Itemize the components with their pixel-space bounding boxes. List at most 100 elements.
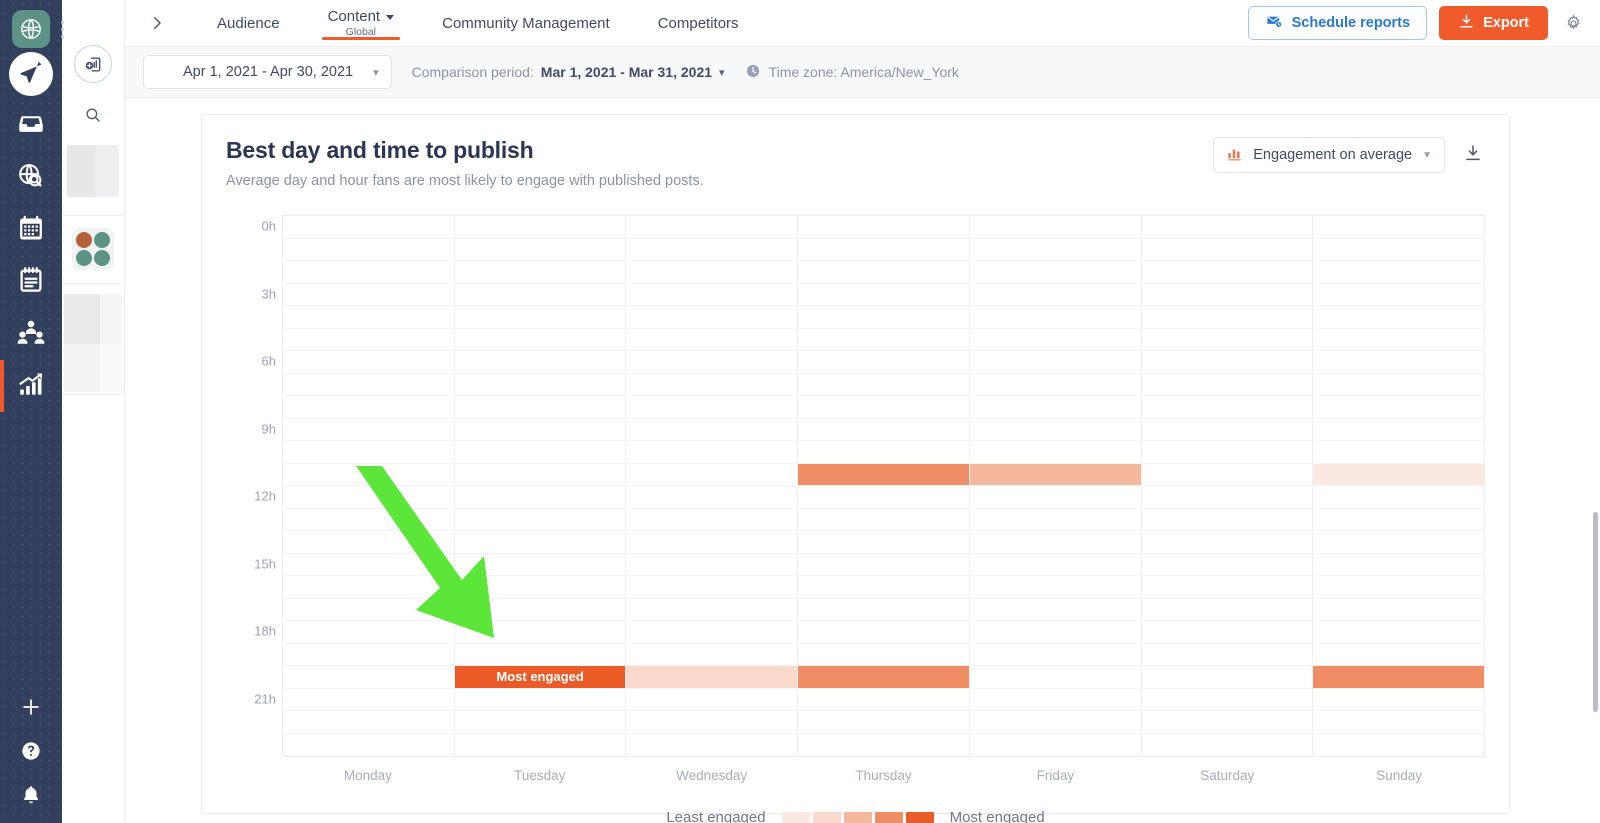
sidebar-item-analytics[interactable] xyxy=(0,360,62,412)
heatmap-cell[interactable] xyxy=(626,463,799,485)
heatmap-cell[interactable] xyxy=(455,621,627,643)
heatmap-cell[interactable] xyxy=(798,531,970,553)
heatmap-cell[interactable] xyxy=(1313,644,1484,666)
heatmap-cell[interactable] xyxy=(798,418,970,440)
heatmap-cell[interactable] xyxy=(626,553,799,575)
heatmap-cell[interactable] xyxy=(626,283,799,305)
heatmap-cell[interactable] xyxy=(283,283,455,305)
heatmap-cell[interactable] xyxy=(798,216,970,238)
heatmap-cell[interactable] xyxy=(970,238,1142,260)
heatmap-cell[interactable] xyxy=(283,486,455,508)
heatmap-cell[interactable] xyxy=(626,238,799,260)
heatmap-cell[interactable] xyxy=(455,553,627,575)
heatmap-cell[interactable] xyxy=(626,688,799,710)
heatmap-cell[interactable] xyxy=(455,306,627,328)
heatmap-cell[interactable] xyxy=(626,306,799,328)
heatmap-cell[interactable] xyxy=(969,463,1142,485)
heatmap-cell[interactable] xyxy=(626,733,799,756)
heatmap-cell[interactable] xyxy=(798,351,970,373)
heatmap-cell[interactable] xyxy=(1142,283,1314,305)
heatmap-cell[interactable] xyxy=(1313,486,1484,508)
heatmap-cell[interactable] xyxy=(283,508,455,530)
heatmap-cell[interactable] xyxy=(1313,599,1484,621)
heatmap-cell[interactable] xyxy=(455,216,627,238)
heatmap-cell[interactable] xyxy=(970,216,1142,238)
heatmap-cell[interactable] xyxy=(970,733,1142,756)
vertical-scrollbar[interactable] xyxy=(1593,512,1598,712)
heatmap-cell[interactable] xyxy=(283,688,455,710)
comparison-period[interactable]: Comparison period: Mar 1, 2021 - Mar 31,… xyxy=(412,64,725,80)
sidebar-item-listening[interactable] xyxy=(0,152,62,204)
heatmap-cell[interactable] xyxy=(1313,689,1484,711)
heatmap-cell[interactable] xyxy=(1313,734,1484,757)
heatmap-cell[interactable] xyxy=(798,261,970,283)
heatmap-cell[interactable] xyxy=(1313,531,1484,553)
heatmap-cell[interactable] xyxy=(1142,733,1314,756)
heatmap-cell[interactable] xyxy=(626,643,799,665)
sidebar-item-publish[interactable] xyxy=(0,48,62,100)
heatmap-cell[interactable] xyxy=(283,418,455,440)
heatmap-cell[interactable] xyxy=(283,373,455,395)
heatmap-cell[interactable] xyxy=(798,396,970,418)
heatmap-cell[interactable] xyxy=(626,373,799,395)
heatmap-cell[interactable] xyxy=(798,238,970,260)
heatmap-cell[interactable] xyxy=(455,531,627,553)
heatmap-cell[interactable] xyxy=(798,711,970,733)
heatmap-cell[interactable] xyxy=(798,328,970,350)
heatmap-cell[interactable] xyxy=(1142,711,1314,733)
heatmap-cell[interactable] xyxy=(283,531,455,553)
heatmap-cell[interactable] xyxy=(283,441,455,463)
metric-select[interactable]: Engagement on average ▼ xyxy=(1213,137,1445,173)
heatmap-cell[interactable] xyxy=(1313,329,1484,351)
heatmap-cell[interactable] xyxy=(283,643,455,665)
heatmap-cell[interactable] xyxy=(455,508,627,530)
heatmap-cell[interactable] xyxy=(455,643,627,665)
date-range-picker[interactable]: Apr 1, 2021 - Apr 30, 2021 ▾ xyxy=(143,55,392,89)
heatmap-cell[interactable] xyxy=(626,261,799,283)
sidebar-item-inbox[interactable] xyxy=(0,100,62,152)
heatmap-cell[interactable] xyxy=(1313,554,1484,576)
heatmap-cell[interactable] xyxy=(283,711,455,733)
heatmap-cell[interactable] xyxy=(970,576,1142,598)
heatmap-cell[interactable] xyxy=(970,508,1142,530)
heatmap-cell[interactable] xyxy=(798,441,970,463)
heatmap-cell[interactable] xyxy=(1313,621,1484,643)
heatmap-cell[interactable] xyxy=(798,508,970,530)
tab-community-management[interactable]: Community Management xyxy=(418,0,634,46)
heatmap-cell[interactable] xyxy=(798,463,970,485)
heatmap-cell[interactable] xyxy=(626,711,799,733)
heatmap-cell[interactable] xyxy=(970,396,1142,418)
heatmap-cell[interactable] xyxy=(798,283,970,305)
heatmap-cell[interactable] xyxy=(1142,486,1314,508)
heatmap-cell[interactable] xyxy=(1142,238,1314,260)
heatmap-cell[interactable] xyxy=(970,486,1142,508)
heatmap-cell[interactable] xyxy=(455,576,627,598)
heatmap-cell[interactable] xyxy=(970,441,1142,463)
heatmap-cell[interactable] xyxy=(1313,396,1484,418)
heatmap-cell[interactable] xyxy=(798,486,970,508)
heatmap-cell[interactable] xyxy=(1313,261,1484,283)
heatmap-cell[interactable] xyxy=(970,643,1142,665)
heatmap-cell[interactable] xyxy=(1142,553,1314,575)
heatmap-cell[interactable] xyxy=(970,598,1142,620)
heatmap-cell[interactable] xyxy=(970,666,1142,688)
heatmap-cell[interactable] xyxy=(283,666,455,688)
heatmap-cell[interactable] xyxy=(970,373,1142,395)
heatmap-cell[interactable] xyxy=(798,373,970,395)
heatmap-cell[interactable] xyxy=(1142,441,1314,463)
heatmap-cell[interactable] xyxy=(283,463,455,485)
heatmap-cell[interactable] xyxy=(1313,284,1484,306)
heatmap-cell[interactable] xyxy=(798,733,970,756)
tab-content[interactable]: Content Global xyxy=(304,0,419,46)
heatmap-cell[interactable] xyxy=(283,598,455,620)
heatmap-cell[interactable] xyxy=(1313,509,1484,531)
sidebar-item-create[interactable] xyxy=(0,687,62,731)
chevron-right-icon[interactable] xyxy=(139,5,175,41)
sidebar-item-notes[interactable] xyxy=(0,256,62,308)
gear-icon[interactable] xyxy=(1560,10,1586,36)
schedule-reports-button[interactable]: Schedule reports xyxy=(1247,6,1428,40)
heatmap-cell[interactable] xyxy=(455,351,627,373)
heatmap-cell[interactable] xyxy=(1142,643,1314,665)
heatmap-cell[interactable] xyxy=(1142,508,1314,530)
heatmap-cell[interactable] xyxy=(283,733,455,756)
